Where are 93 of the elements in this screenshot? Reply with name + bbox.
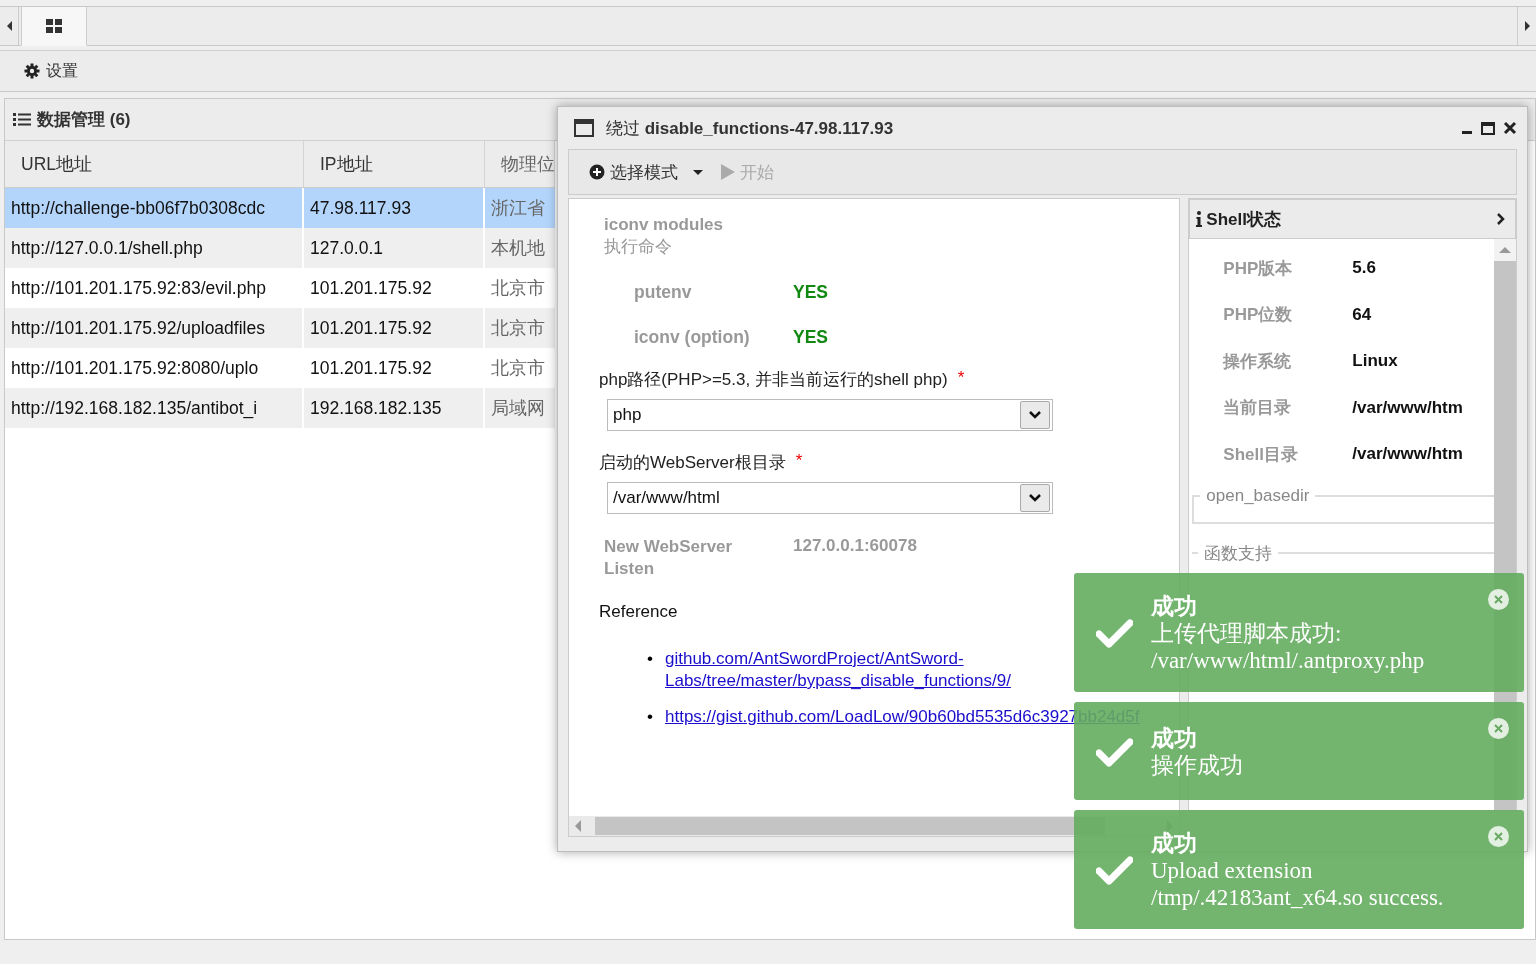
listen-address: 127.0.0.1:60078 [793, 536, 917, 557]
window-icon [574, 119, 594, 137]
info-value: /var/www/htm [1352, 444, 1463, 465]
grid-icon [46, 19, 62, 33]
info-value: 64 [1352, 304, 1372, 325]
check-icon [1096, 618, 1133, 649]
table-cell-text: 本机地 [491, 237, 545, 260]
table-cell: http://challenge-bb06f7b0308cdc [11, 197, 265, 219]
info-label: 操作系统 [1221, 350, 1293, 373]
table-cell: 101.201.175.92 [310, 357, 432, 379]
right-arrow-icon [1523, 20, 1531, 32]
table-cell: http://127.0.0.1/shell.php [11, 237, 203, 259]
dropdown-button[interactable] [1020, 484, 1050, 512]
combo-field[interactable]: /var/www/html [607, 482, 1053, 514]
info-label: PHP位数 [1222, 304, 1294, 327]
reference-heading: Reference [599, 602, 678, 622]
table-row[interactable]: http://challenge-bb06f7b0308cdc 47.98.117.93 浙江省 [5, 188, 555, 228]
check-name: iconv (option) [634, 327, 751, 348]
table-cell: http://101.201.175.92:8080/uplo [11, 357, 259, 379]
check-icon [1096, 855, 1133, 886]
chevron-down-icon [1029, 411, 1041, 419]
close-icon [1494, 832, 1503, 841]
info-value: 5.6 [1352, 258, 1376, 279]
settings-button[interactable]: 设置 [22, 58, 80, 84]
info-value: Linux [1352, 351, 1398, 372]
listen-label: New WebServer Listen [604, 536, 734, 580]
dropdown-button[interactable] [1020, 401, 1050, 429]
check-name: putenv [634, 282, 693, 303]
field-label: 启动的WebServer根目录 [599, 452, 786, 474]
required-mark: * [795, 451, 803, 472]
info-value: /var/www/htm [1352, 397, 1463, 418]
table-row[interactable]: http://192.168.182.135/antibot_i 192.168.182.135 局域网 [5, 388, 555, 428]
table-cell-text: 北京市 [491, 357, 545, 380]
table-cell: 192.168.182.135 [310, 397, 442, 419]
left-arrow-icon [575, 820, 581, 832]
window-title: 绕过 disable_functions-47.98.117.93 [606, 117, 895, 140]
left-arrow-icon [5, 20, 13, 32]
group-legend: open_basedir [1200, 485, 1316, 506]
column-header[interactable]: 物理位 [485, 141, 555, 187]
table-cell: http://192.168.182.135/antibot_i [11, 397, 258, 419]
info-icon [1196, 211, 1203, 227]
bullet: • [647, 706, 654, 728]
list-icon [13, 112, 31, 127]
status-header[interactable]: Shell状态 [1189, 199, 1516, 239]
group-legend: 函数支持 [1198, 541, 1279, 565]
table-cell: http://101.201.175.92/uploadfiles [11, 317, 265, 339]
chevron-down-icon [1029, 494, 1041, 502]
toast-title: 成功 [1151, 725, 1198, 752]
reference-link[interactable]: github.com/AntSwordProject/AntSword-Labs/tree/master/bypass_disable_functions/9/ [665, 648, 1055, 692]
check-result: YES [793, 282, 829, 303]
toast-title: 成功 [1151, 593, 1198, 620]
check-icon [1096, 736, 1133, 768]
toast-message: 操作成功 [1151, 752, 1244, 779]
panel-title: 数据管理 (6) [37, 109, 131, 131]
toast-message: 上传代理脚本成功: /var/www/html/.antproxy.php [1151, 620, 1426, 674]
info-label: 当前目录 [1222, 397, 1293, 420]
close-icon[interactable] [1503, 121, 1517, 135]
table-cell: 101.201.175.92 [310, 317, 432, 339]
toast-message: Upload extension /tmp/.42183ant_x64.so success. [1151, 857, 1445, 911]
table-cell-text: 浙江省 [491, 197, 545, 220]
close-icon [1494, 724, 1503, 733]
mode-subtitle: 执行命令 [604, 236, 673, 258]
table-cell: http://101.201.175.92:83/evil.php [11, 277, 266, 299]
mode-title: iconv modules [604, 215, 725, 235]
table-row[interactable]: http://101.201.175.92/uploadfiles 101.201.175.92 北京市 [5, 308, 555, 348]
toast-title: 成功 [1151, 830, 1198, 857]
tab[interactable] [21, 7, 87, 46]
close-icon [1494, 595, 1503, 604]
info-label: PHP版本 [1222, 257, 1294, 280]
check-result: YES [793, 327, 829, 348]
caret-icon [693, 169, 703, 175]
table-cell: 127.0.0.1 [310, 237, 383, 259]
table-cell: 47.98.117.93 [310, 197, 411, 219]
table-row[interactable]: http://127.0.0.1/shell.php 127.0.0.1 本机地 [5, 228, 555, 268]
bullet: • [647, 648, 654, 670]
play-icon [721, 164, 735, 180]
maximize-icon[interactable] [1481, 121, 1495, 135]
table-cell-text: 北京市 [491, 317, 545, 340]
column-header[interactable]: IP地址 [304, 141, 485, 187]
chevron-right-icon [1496, 213, 1505, 225]
status-title: Shell状态 [1206, 208, 1282, 231]
column-header[interactable]: URL地址 [5, 141, 304, 187]
table-cell: 101.201.175.92 [310, 277, 432, 299]
combo-field[interactable]: php [607, 399, 1053, 431]
mode-dropdown[interactable]: 选择模式 [587, 158, 705, 186]
table-cell-text: 局域网 [491, 397, 545, 420]
info-label: Shell目录 [1222, 443, 1299, 466]
field-label: php路径(PHP>=5.3, 并非当前运行的shell php) [599, 369, 948, 391]
gear-icon [24, 63, 40, 79]
plus-circle-icon [589, 164, 605, 180]
table-cell-text: 北京市 [491, 277, 545, 300]
up-arrow-icon [1499, 247, 1511, 253]
required-mark: * [957, 368, 965, 389]
